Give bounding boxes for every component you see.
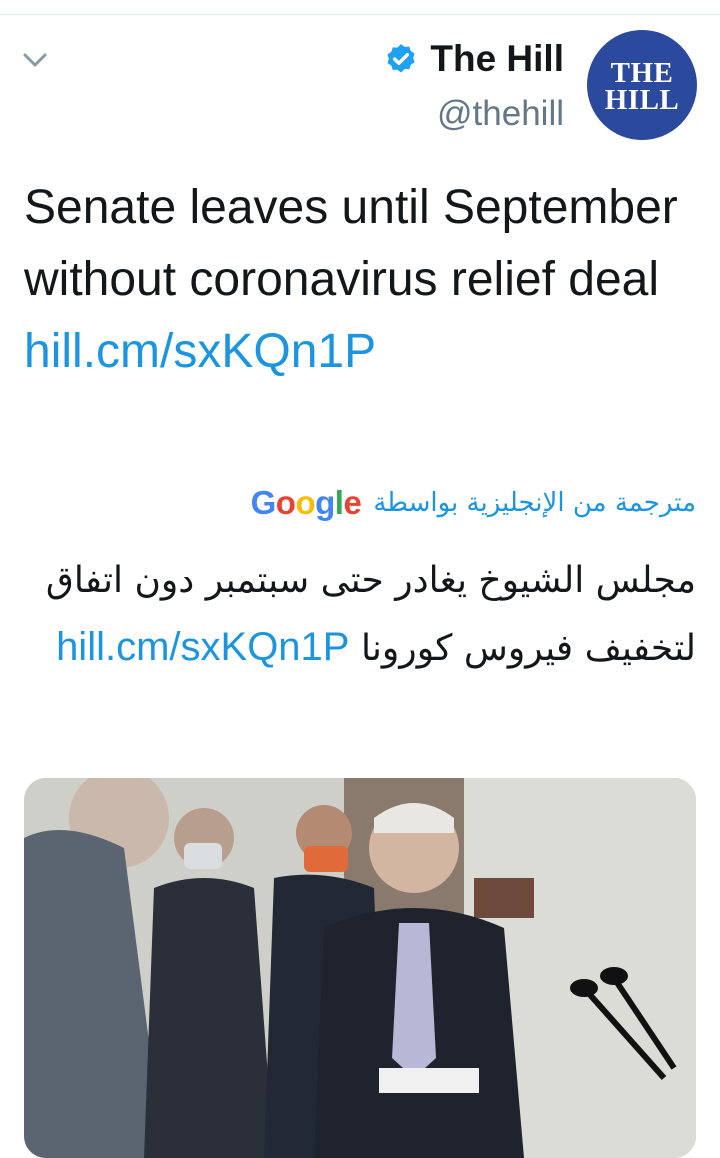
chevron-down-icon[interactable]: [22, 50, 48, 70]
display-name[interactable]: The Hill: [430, 37, 564, 81]
tweet-body: Senate leaves until September without co…: [24, 172, 704, 388]
translated-by-label: مترجمة من الإنجليزية بواسطة: [373, 488, 696, 518]
avatar[interactable]: THE HILL: [587, 30, 697, 140]
tweet-text: Senate leaves until September without co…: [24, 181, 678, 306]
translation-attribution: Google مترجمة من الإنجليزية بواسطة: [251, 484, 696, 522]
account-name-row[interactable]: The Hill: [384, 37, 564, 81]
translated-link[interactable]: hill.cm/sxKQn1P: [56, 625, 349, 669]
photo-illustration: [24, 778, 696, 1158]
avatar-line2: HILL: [604, 84, 680, 116]
account-handle[interactable]: @thehill: [437, 92, 564, 136]
translated-text: مجلس الشيوخ يغادر حتى سبتمبر دون اتفاق ل…: [40, 548, 696, 682]
google-logo: Google: [250, 484, 362, 521]
verified-badge-icon: [387, 44, 415, 73]
tweet-link[interactable]: hill.cm/sxKQn1P: [24, 316, 704, 388]
tweet-photo[interactable]: [24, 778, 696, 1158]
top-divider: [0, 14, 720, 15]
